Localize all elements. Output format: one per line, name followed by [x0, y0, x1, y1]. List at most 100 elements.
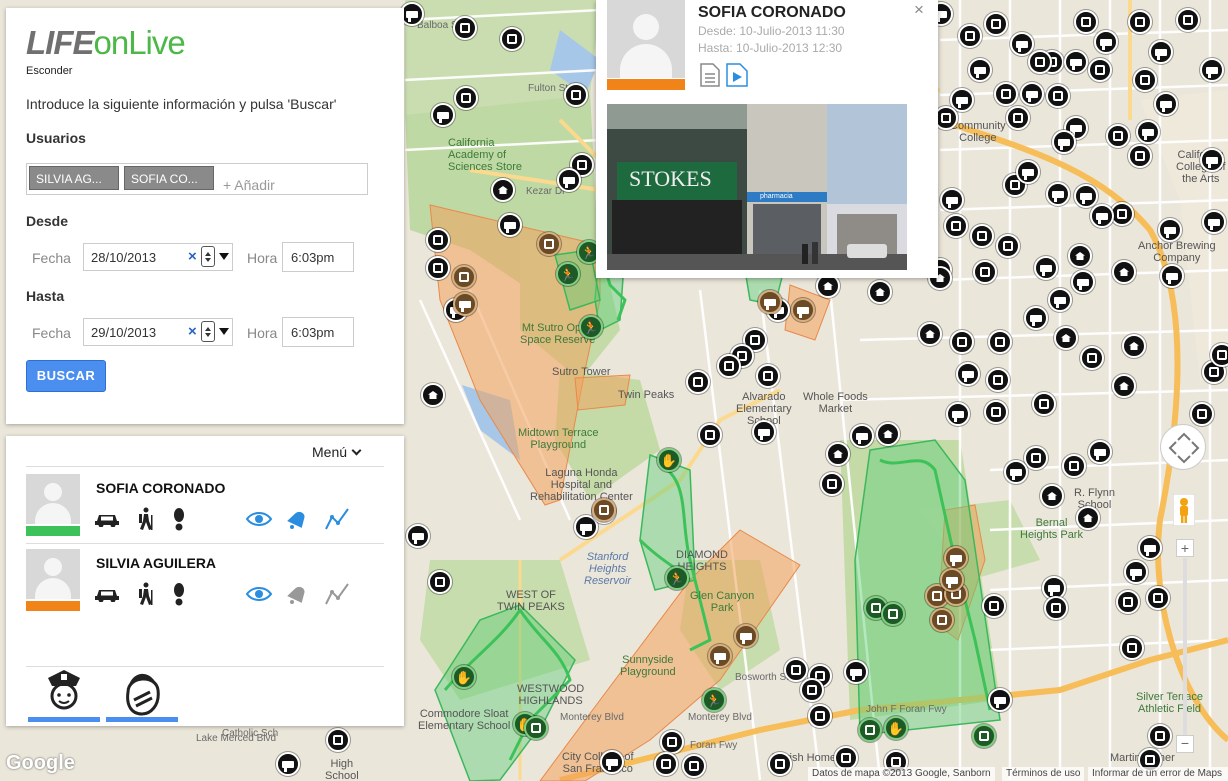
- to-date-dropdown-icon[interactable]: [219, 328, 229, 340]
- map-marker[interactable]: [1016, 160, 1040, 184]
- report-error-link[interactable]: Informar de un error de Maps: [1088, 767, 1228, 781]
- map-marker[interactable]: [426, 228, 450, 252]
- map-marker[interactable]: [968, 58, 992, 82]
- map-marker[interactable]: [491, 178, 515, 202]
- hide-panel-link[interactable]: Esconder: [26, 65, 72, 77]
- map-marker[interactable]: [1122, 334, 1146, 358]
- map-marker[interactable]: [557, 168, 581, 192]
- map-marker[interactable]: [1200, 148, 1224, 172]
- map-marker[interactable]: [868, 280, 892, 304]
- map-marker[interactable]: [498, 213, 522, 237]
- map-marker[interactable]: [1112, 374, 1136, 398]
- hiker-icon[interactable]: [132, 581, 158, 607]
- zoom-slider-track[interactable]: [1183, 558, 1187, 736]
- map-marker[interactable]: [453, 16, 477, 40]
- alarm-bell-icon[interactable]: [284, 581, 310, 607]
- map-marker[interactable]: 🏃: [702, 688, 726, 712]
- map-marker[interactable]: [1149, 40, 1173, 64]
- close-icon[interactable]: ×: [914, 0, 924, 20]
- map-marker[interactable]: [994, 82, 1018, 106]
- map-marker[interactable]: [708, 644, 732, 668]
- from-date-spinner[interactable]: [201, 246, 215, 267]
- map-marker[interactable]: [1032, 392, 1056, 416]
- user-row[interactable]: SOFIA CORONADO: [26, 474, 384, 546]
- footprint-icon[interactable]: [166, 506, 192, 532]
- map-marker[interactable]: [660, 730, 684, 754]
- map-marker[interactable]: [1106, 124, 1130, 148]
- map-marker[interactable]: [1034, 256, 1058, 280]
- to-time-input[interactable]: 6:03pm: [282, 317, 354, 347]
- map-marker[interactable]: [844, 660, 868, 684]
- map-marker[interactable]: [600, 750, 624, 774]
- map-marker[interactable]: [1006, 106, 1030, 130]
- map-marker[interactable]: [406, 524, 430, 548]
- map-marker[interactable]: [1040, 484, 1064, 508]
- map-pan-control[interactable]: [1160, 424, 1206, 470]
- to-date-spinner[interactable]: [201, 321, 215, 342]
- map-marker[interactable]: [1044, 596, 1068, 620]
- map-marker[interactable]: [537, 232, 561, 256]
- map-marker[interactable]: [791, 298, 815, 322]
- map-marker[interactable]: [1128, 10, 1152, 34]
- map-marker[interactable]: [1133, 68, 1157, 92]
- map-marker[interactable]: [1024, 446, 1048, 470]
- clear-to-date-icon[interactable]: ×: [188, 323, 197, 340]
- map-marker[interactable]: [1071, 270, 1095, 294]
- footprint-icon[interactable]: [166, 581, 192, 607]
- map-marker[interactable]: [1094, 30, 1118, 54]
- map-marker[interactable]: [1148, 724, 1172, 748]
- street-photo[interactable]: STOKES pharmacia: [607, 104, 907, 270]
- map-marker[interactable]: [421, 383, 445, 407]
- map-marker[interactable]: [850, 424, 874, 448]
- map-marker[interactable]: [1020, 82, 1044, 106]
- map-marker[interactable]: [982, 594, 1006, 618]
- map-marker[interactable]: [973, 260, 997, 284]
- map-marker[interactable]: [800, 678, 824, 702]
- map-marker[interactable]: [758, 290, 782, 314]
- map-marker[interactable]: [592, 498, 616, 522]
- map-marker[interactable]: [1138, 536, 1162, 560]
- map-marker[interactable]: [1048, 288, 1072, 312]
- map-marker[interactable]: [808, 704, 832, 728]
- map-marker[interactable]: 🏃: [665, 566, 689, 590]
- map-marker[interactable]: [1202, 210, 1226, 234]
- hiker-icon[interactable]: [132, 506, 158, 532]
- map-marker[interactable]: [950, 330, 974, 354]
- map-marker[interactable]: [431, 103, 455, 127]
- users-token-input[interactable]: SILVIA AG... SOFIA CO... + Añadir: [26, 163, 368, 195]
- alarm-bell-icon[interactable]: [284, 506, 310, 532]
- search-button[interactable]: BUSCAR: [26, 360, 106, 392]
- map-marker[interactable]: [717, 354, 741, 378]
- map-marker[interactable]: [1090, 204, 1114, 228]
- map-marker[interactable]: [524, 716, 548, 740]
- map-marker[interactable]: [1080, 346, 1104, 370]
- car-icon[interactable]: [94, 581, 120, 607]
- map-marker[interactable]: [1210, 343, 1228, 367]
- map-marker[interactable]: [826, 442, 850, 466]
- terms-link[interactable]: Términos de uso: [1002, 767, 1085, 781]
- map-marker[interactable]: ✋: [884, 716, 908, 740]
- street-view-pegman-icon[interactable]: [1172, 493, 1196, 527]
- map-marker[interactable]: [996, 234, 1020, 258]
- map-marker[interactable]: [1004, 460, 1028, 484]
- map-marker[interactable]: [1146, 586, 1170, 610]
- user-chip[interactable]: SILVIA AG...: [29, 166, 119, 190]
- clear-from-date-icon[interactable]: ×: [188, 248, 197, 265]
- map-marker[interactable]: [752, 420, 776, 444]
- map-marker[interactable]: [768, 752, 792, 776]
- map-marker[interactable]: [1158, 218, 1182, 242]
- map-marker[interactable]: [986, 368, 1010, 392]
- map-marker[interactable]: [1200, 58, 1224, 82]
- from-date-input[interactable]: 28/10/2013 ×: [83, 243, 233, 271]
- map-marker[interactable]: [940, 568, 964, 592]
- map-marker[interactable]: [686, 370, 710, 394]
- police-icon[interactable]: [28, 666, 100, 722]
- map-marker[interactable]: [1112, 260, 1136, 284]
- map-marker[interactable]: [944, 214, 968, 238]
- map-marker[interactable]: [1046, 182, 1070, 206]
- map-marker[interactable]: [453, 292, 477, 316]
- route-icon[interactable]: [324, 506, 350, 532]
- map-marker[interactable]: [454, 86, 478, 110]
- map-marker[interactable]: [500, 27, 524, 51]
- map-marker[interactable]: [1176, 8, 1200, 32]
